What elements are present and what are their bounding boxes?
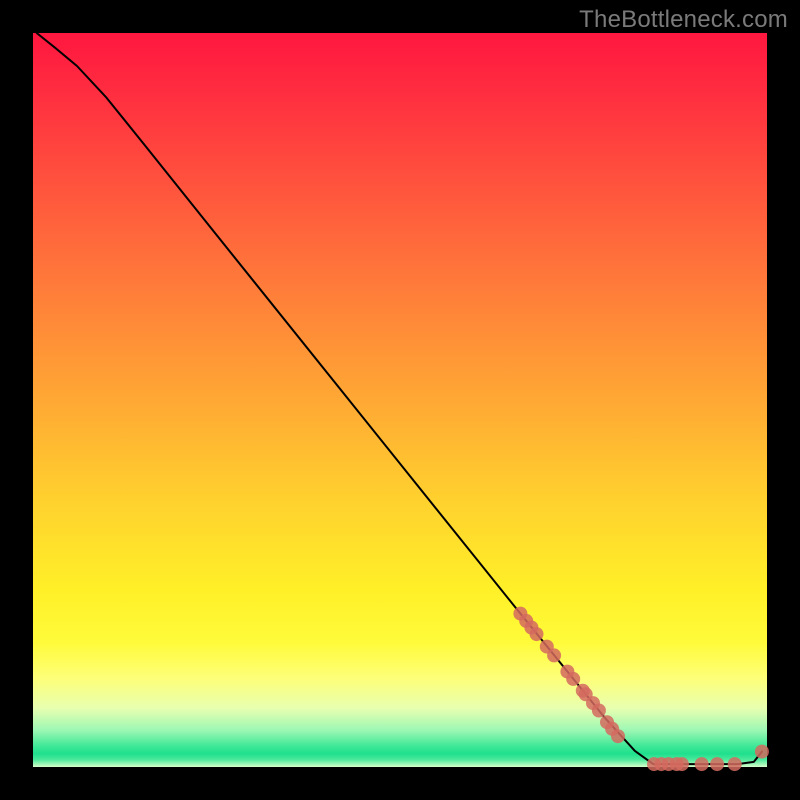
chart-stage: TheBottleneck.com (0, 0, 800, 800)
scatter-markers (513, 607, 769, 772)
watermark-text: TheBottleneck.com (579, 6, 788, 34)
curve-line (37, 33, 762, 764)
chart-overlay-svg (33, 33, 767, 767)
chart-gradient-area (33, 33, 767, 767)
